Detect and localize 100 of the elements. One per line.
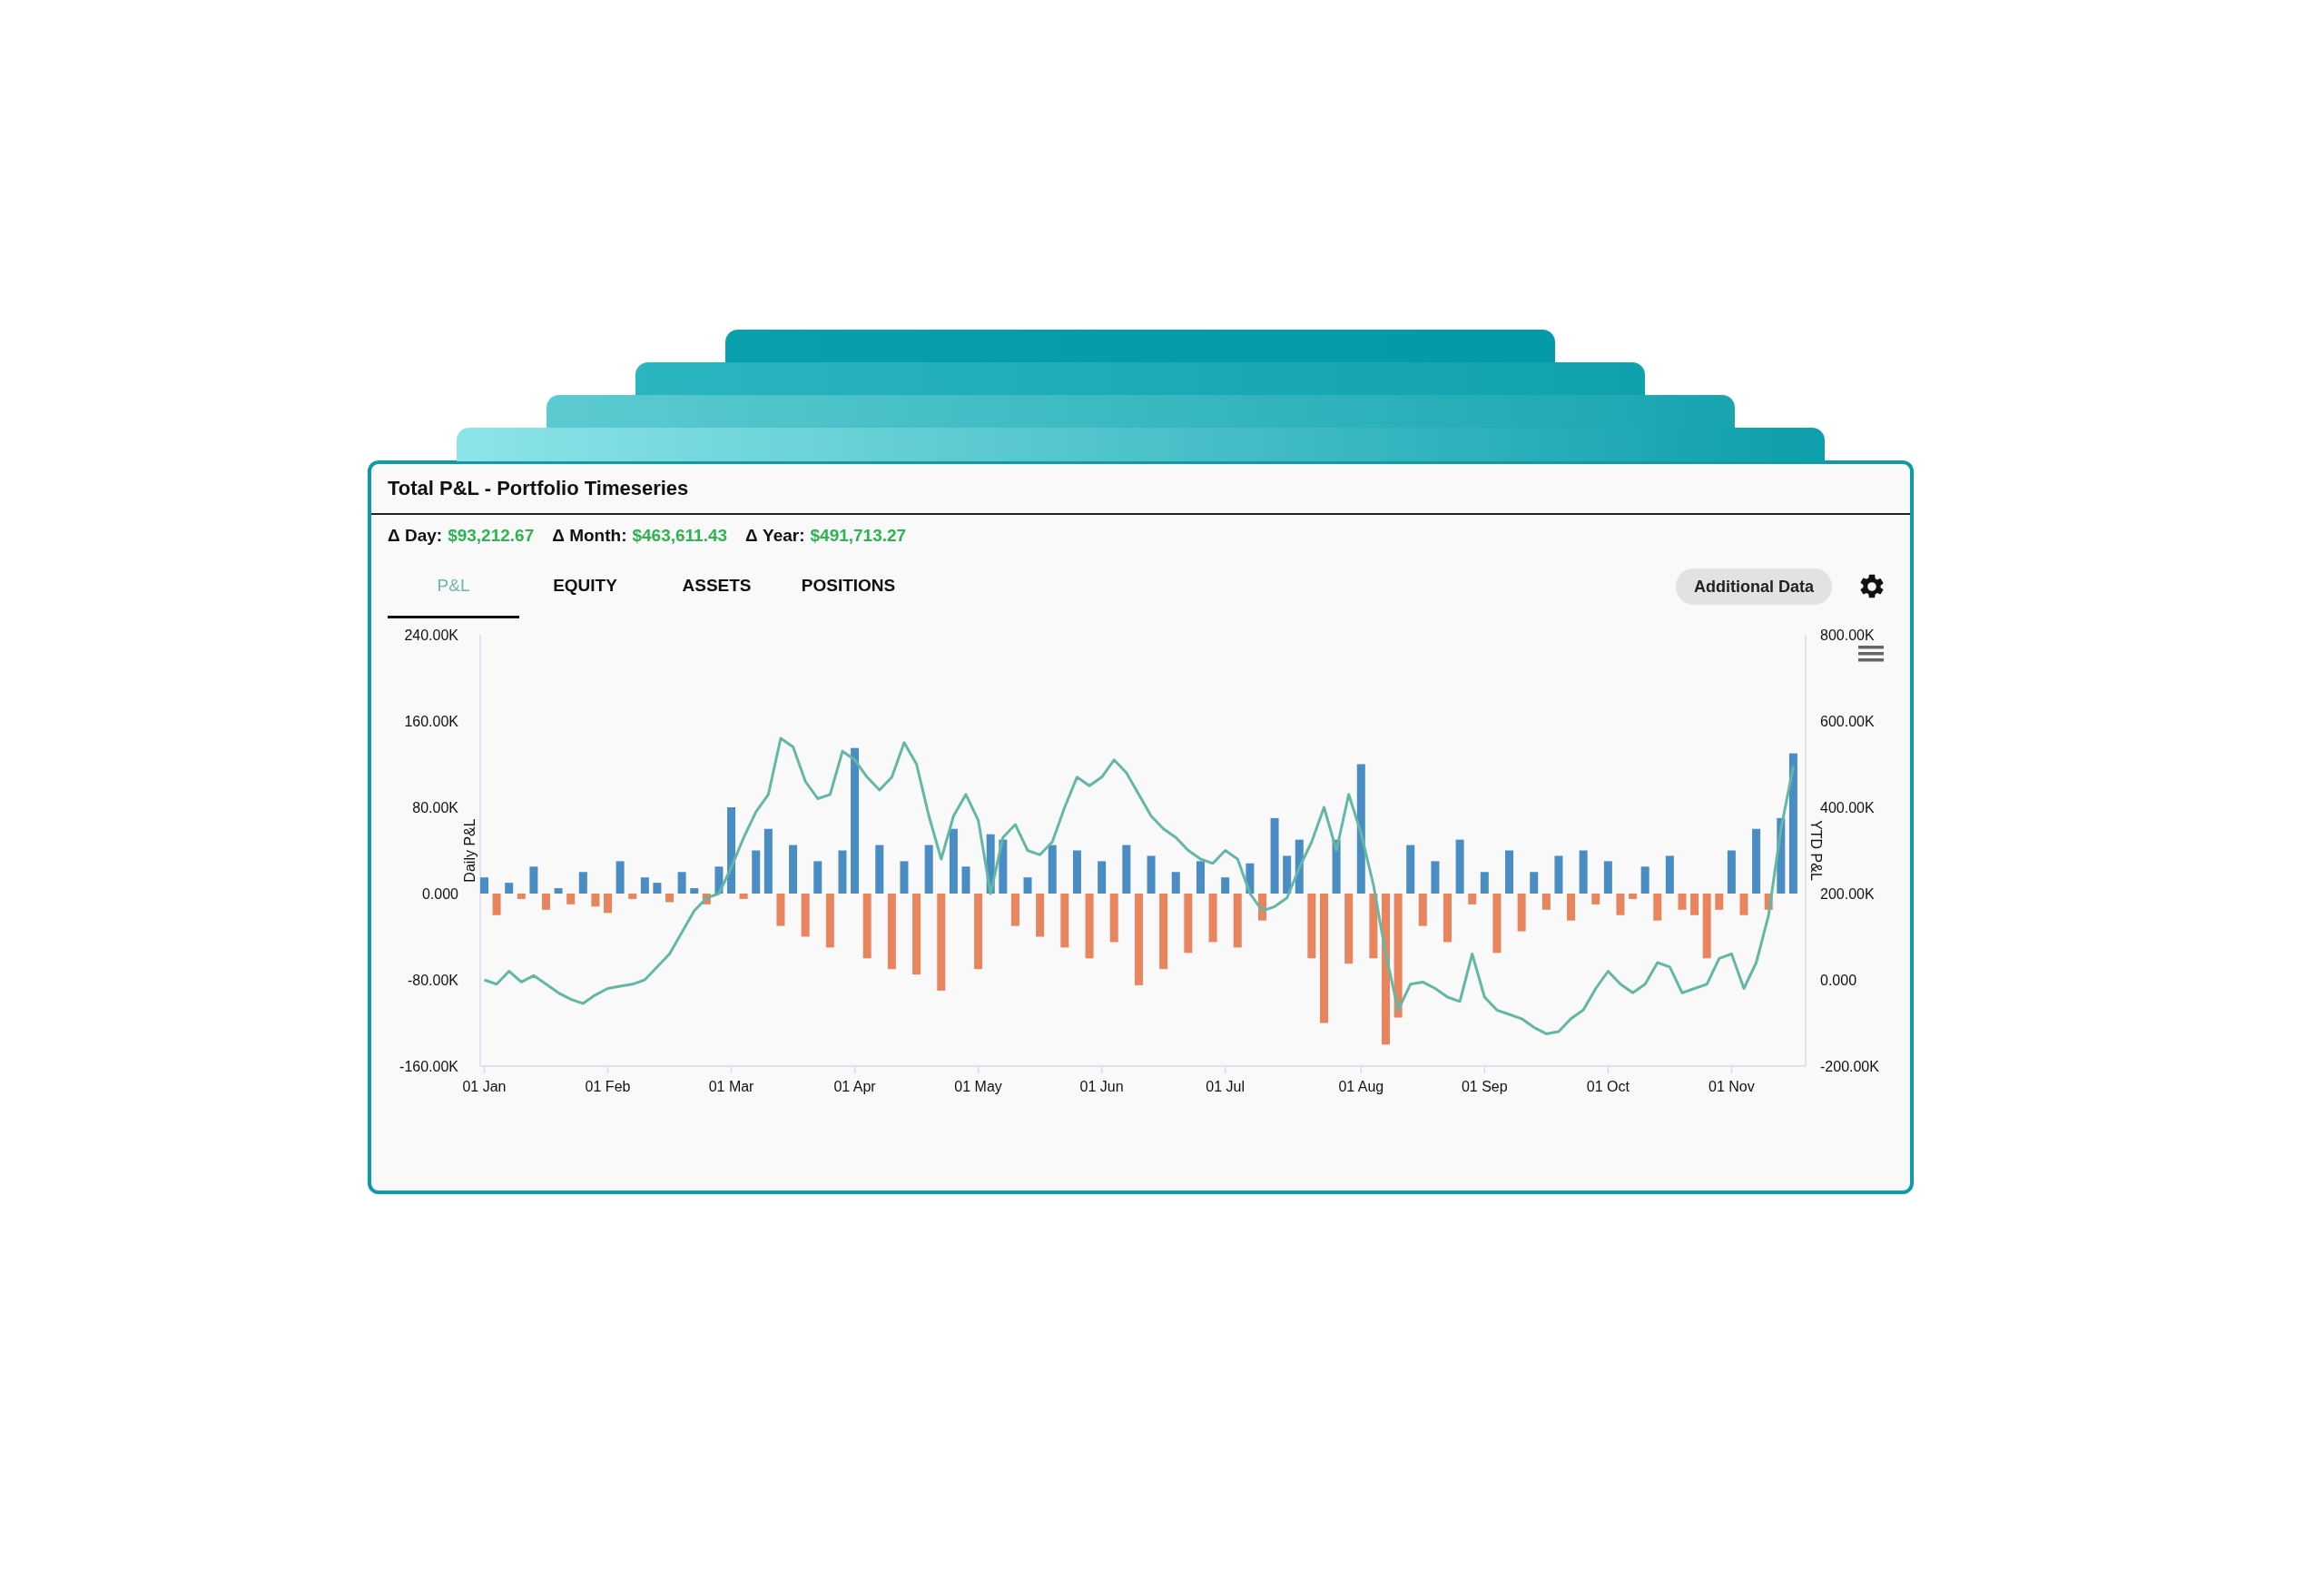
bar bbox=[1727, 850, 1736, 894]
bar bbox=[1257, 894, 1266, 921]
tick-label: 160.00K bbox=[404, 714, 458, 729]
bar bbox=[752, 850, 761, 894]
bar bbox=[640, 877, 649, 894]
bar bbox=[1653, 894, 1662, 921]
bar bbox=[1616, 894, 1625, 915]
bar bbox=[591, 894, 600, 907]
bar bbox=[1629, 894, 1638, 899]
tick-label: 01 Feb bbox=[585, 1079, 631, 1094]
bar bbox=[1060, 894, 1069, 948]
bar bbox=[949, 828, 958, 894]
bar bbox=[1010, 894, 1019, 926]
bar bbox=[1085, 894, 1094, 959]
additional-data-button[interactable]: Additional Data bbox=[1676, 568, 1832, 605]
bar bbox=[1431, 861, 1440, 894]
bar bbox=[1764, 894, 1773, 910]
bar bbox=[1369, 894, 1378, 959]
bar bbox=[813, 861, 822, 894]
window-title: Total P&L - Portfolio Timeseries bbox=[388, 477, 689, 500]
bar bbox=[1208, 894, 1217, 943]
tab[interactable]: EQUITY bbox=[519, 555, 651, 618]
bar bbox=[1541, 894, 1551, 910]
tab[interactable]: ASSETS bbox=[651, 555, 783, 618]
bar bbox=[1455, 839, 1464, 894]
bar bbox=[900, 861, 909, 894]
bar bbox=[1295, 839, 1304, 894]
tick-label: 01 Mar bbox=[708, 1079, 754, 1094]
menu-icon[interactable] bbox=[1858, 646, 1884, 662]
bar bbox=[986, 834, 995, 894]
tick-label: 01 Nov bbox=[1709, 1079, 1755, 1094]
tick-label: 80.00K bbox=[412, 800, 458, 815]
bar bbox=[492, 894, 501, 915]
bar bbox=[690, 888, 699, 894]
bar bbox=[604, 894, 612, 914]
tick-label: 01 Oct bbox=[1586, 1079, 1630, 1094]
tab[interactable]: POSITIONS bbox=[783, 555, 914, 618]
bar bbox=[1492, 894, 1502, 954]
bar bbox=[924, 845, 933, 894]
bar bbox=[1332, 839, 1341, 894]
bar bbox=[1147, 855, 1156, 894]
bar bbox=[862, 894, 872, 959]
bar bbox=[776, 894, 785, 926]
bar bbox=[628, 894, 637, 899]
bar bbox=[1122, 845, 1131, 894]
bar bbox=[1283, 855, 1292, 894]
axis-label: YTD P&L bbox=[1808, 820, 1824, 881]
bar bbox=[615, 861, 625, 894]
bar bbox=[1702, 894, 1711, 959]
tick-label: 01 Jun bbox=[1079, 1079, 1124, 1094]
bar bbox=[1715, 894, 1724, 910]
tick-label: 800.00K bbox=[1820, 627, 1875, 643]
bar bbox=[1603, 861, 1612, 894]
stat-label: Δ Day: bbox=[388, 526, 443, 546]
tick-label: 400.00K bbox=[1820, 800, 1875, 815]
bar bbox=[1072, 850, 1081, 894]
bar bbox=[529, 866, 538, 894]
tick-label: 200.00K bbox=[1820, 886, 1875, 902]
tick-label: -80.00K bbox=[407, 973, 458, 988]
bar bbox=[1554, 855, 1563, 894]
stat-value: $463,611.43 bbox=[632, 526, 728, 546]
bar bbox=[665, 894, 675, 903]
bar bbox=[1109, 894, 1118, 943]
bar bbox=[1468, 894, 1477, 904]
bar bbox=[1233, 894, 1242, 948]
bar bbox=[1591, 894, 1600, 904]
bar bbox=[1480, 872, 1489, 894]
tick-label: 01 Sep bbox=[1461, 1079, 1508, 1094]
bar bbox=[714, 866, 724, 894]
bar bbox=[1307, 894, 1316, 959]
bar bbox=[554, 888, 563, 894]
bar bbox=[961, 866, 970, 894]
axis-label: Daily P&L bbox=[462, 818, 478, 883]
tick-label: 01 Jan bbox=[462, 1079, 507, 1094]
bar bbox=[1579, 850, 1588, 894]
bar bbox=[1048, 845, 1057, 894]
bar bbox=[1640, 866, 1649, 894]
bar bbox=[702, 894, 711, 904]
stat-value: $93,212.67 bbox=[448, 526, 535, 546]
bar bbox=[801, 894, 810, 937]
tick-label: 600.00K bbox=[1820, 714, 1875, 729]
tick-label: 01 Jul bbox=[1206, 1079, 1245, 1094]
bar bbox=[1184, 894, 1193, 954]
bar bbox=[1690, 894, 1699, 915]
bar bbox=[1530, 872, 1539, 894]
bar bbox=[838, 850, 847, 894]
bar bbox=[1678, 894, 1687, 910]
tick-label: 0.000 bbox=[1820, 973, 1857, 988]
bar bbox=[789, 845, 798, 894]
bar bbox=[653, 883, 662, 894]
bar bbox=[677, 872, 686, 894]
bar bbox=[825, 894, 834, 948]
bar bbox=[1665, 855, 1674, 894]
tick-label: -160.00K bbox=[399, 1059, 458, 1074]
bar bbox=[1567, 894, 1576, 921]
bar bbox=[1752, 828, 1761, 894]
bar bbox=[1443, 894, 1452, 943]
bar bbox=[1036, 894, 1045, 937]
tick-label: 240.00K bbox=[404, 627, 458, 643]
bar bbox=[1171, 872, 1180, 894]
